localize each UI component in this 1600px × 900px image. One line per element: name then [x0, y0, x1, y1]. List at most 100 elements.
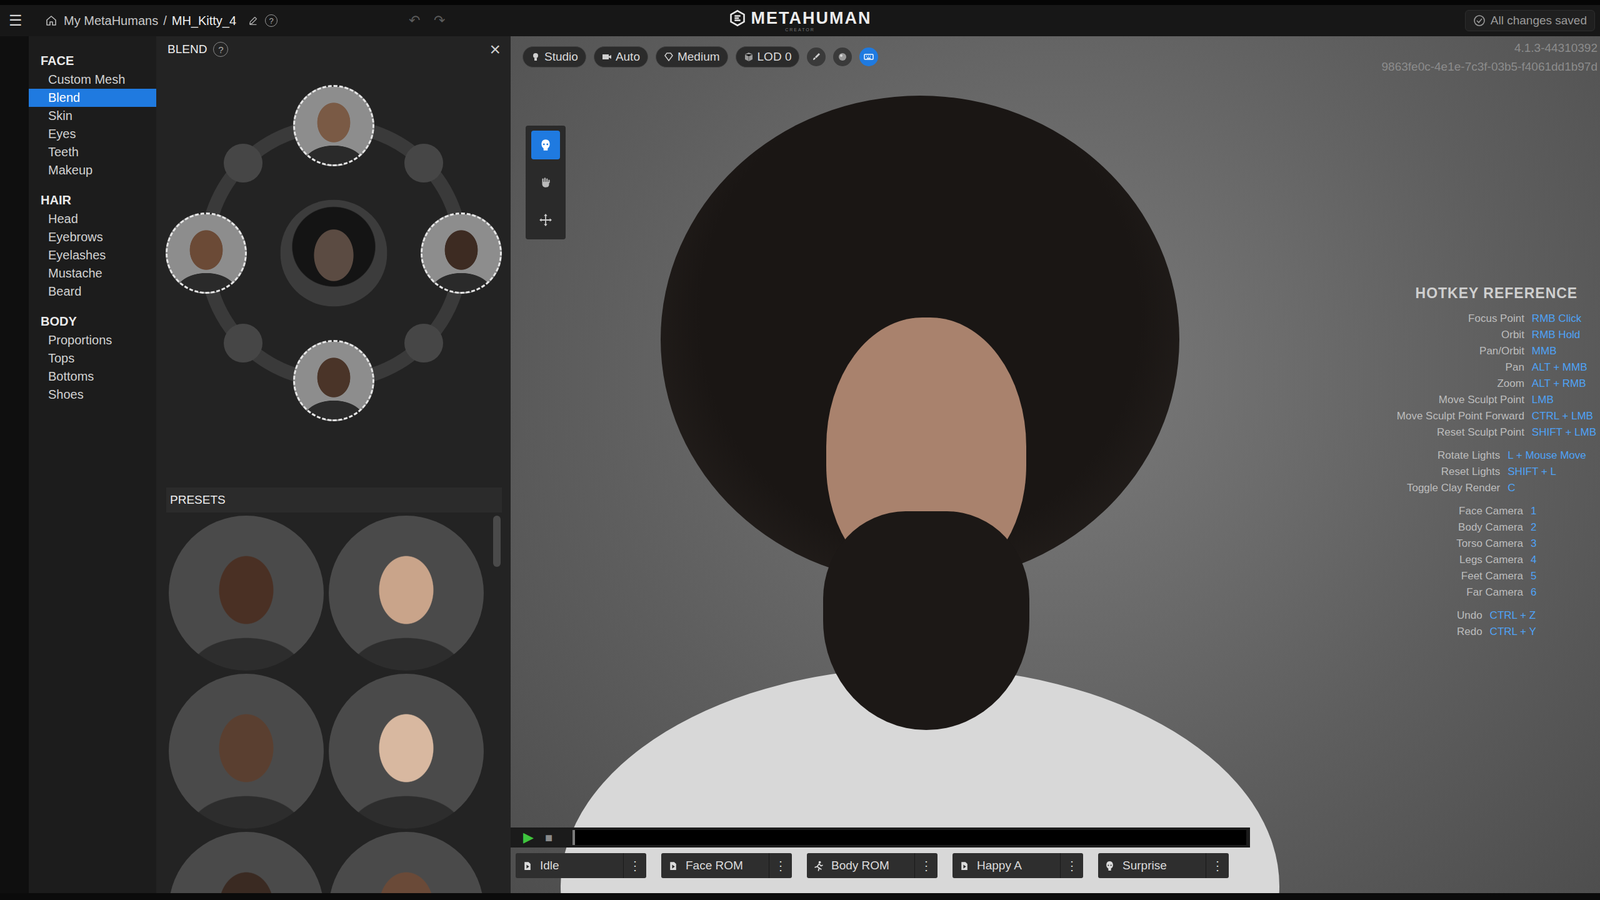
pencil-icon[interactable]	[247, 15, 259, 27]
redo-button[interactable]: ↷	[431, 12, 448, 29]
hotkey-action: Undo	[1396, 609, 1483, 622]
sculpt-tool[interactable]	[531, 130, 560, 160]
viewport-toggle[interactable]	[806, 47, 826, 67]
top-bar: ☰ My MetaHumans / MH_Kitty_4 ? ↶ ↷ METAH…	[0, 0, 1600, 37]
face-icon	[1104, 860, 1115, 872]
blend-portrait[interactable]	[293, 340, 375, 422]
sidebar-item[interactable]: Beard	[28, 282, 157, 301]
preset-portrait[interactable]	[168, 515, 324, 671]
preset-portrait[interactable]	[328, 831, 484, 894]
save-status: All changes saved	[1465, 10, 1595, 32]
animation-clip-menu[interactable]: ⋮	[623, 853, 647, 879]
sidebar-item[interactable]: Custom Mesh	[28, 70, 157, 89]
panel-help-button[interactable]: ?	[213, 41, 229, 57]
animation-clip-button[interactable]: Happy A	[952, 853, 1061, 879]
hotkey-action: Toggle Clay Render	[1396, 481, 1501, 495]
preset-portrait[interactable]	[328, 515, 484, 671]
presets-scrollbar[interactable]	[493, 515, 501, 567]
hotkey-keys: SHIFT + LMB	[1531, 426, 1597, 439]
menu-button[interactable]: ☰	[6, 11, 25, 30]
hotkey-keys: ALT + RMB	[1531, 377, 1597, 390]
animation-clip: Face ROM ⋮	[661, 853, 792, 879]
cube-icon	[743, 51, 754, 62]
hotkey-keys: 6	[1530, 586, 1597, 599]
preset-portrait[interactable]	[328, 673, 484, 829]
hotkey-reference: HOTKEY REFERENCE Focus Point RMB ClickOr…	[1396, 285, 1597, 647]
hotkey-action: Move Sculpt Point	[1396, 393, 1525, 407]
hotkey-action: Pan/Orbit	[1396, 345, 1525, 358]
animation-clip-menu[interactable]: ⋮	[1206, 853, 1229, 879]
sidebar-item[interactable]: Tops	[28, 349, 157, 368]
sidebar-item[interactable]: Teeth	[28, 143, 157, 162]
blend-empty-slot[interactable]	[404, 143, 444, 183]
timeline-track[interactable]	[572, 830, 1247, 845]
blend-empty-slot[interactable]	[223, 143, 263, 183]
panel-header: BLEND ? ×	[156, 36, 511, 63]
sidebar-section: HAIR HeadEyebrowsEyelashesMustacheBeard	[28, 190, 157, 301]
sculpt-tool[interactable]	[531, 168, 560, 197]
hotkey-action: Pan	[1396, 361, 1525, 374]
hotkey-group: Face Camera 1Body Camera 2Torso Camera 3…	[1396, 503, 1597, 601]
hotkey-keys: L + Mouse Move	[1507, 449, 1597, 462]
animation-clip-menu[interactable]: ⋮	[769, 853, 792, 879]
animation-clip-menu[interactable]: ⋮	[1060, 853, 1084, 879]
sidebar-item[interactable]: Eyebrows	[28, 228, 157, 247]
play-button[interactable]: ▶	[519, 829, 538, 846]
save-status-text: All changes saved	[1490, 13, 1587, 28]
breadcrumb-root[interactable]: My MetaHumans	[63, 13, 159, 29]
viewport-toggle[interactable]	[859, 47, 879, 67]
hotkey-group: Focus Point RMB ClickOrbit RMB HoldPan/O…	[1396, 310, 1597, 441]
sidebar-section-title: HAIR	[28, 190, 157, 210]
animation-clip-button[interactable]: Surprise	[1098, 853, 1207, 879]
viewport-option-label: Medium	[677, 50, 720, 64]
sidebar-item[interactable]: Bottoms	[28, 367, 157, 386]
blend-empty-slot[interactable]	[223, 323, 263, 363]
sidebar-section: BODY ProportionsTopsBottomsShoes	[28, 311, 157, 404]
animation-clip-label: Body ROM	[831, 858, 890, 873]
sidebar-item[interactable]: Skin	[28, 106, 157, 125]
sidebar-item[interactable]: Eyelashes	[28, 246, 157, 265]
animation-clip-button[interactable]: Face ROM	[661, 853, 770, 879]
preset-portrait[interactable]	[168, 831, 324, 894]
sidebar-item[interactable]: Proportions	[28, 331, 157, 350]
animation-clip-menu[interactable]: ⋮	[915, 853, 938, 879]
sidebar-item[interactable]: Head	[28, 210, 157, 229]
undo-button[interactable]: ↶	[406, 12, 423, 29]
preset-portrait[interactable]	[168, 673, 324, 829]
viewport-toggle[interactable]	[833, 47, 852, 67]
viewport-option[interactable]: Studio	[522, 46, 587, 68]
blend-portrait[interactable]	[165, 212, 247, 294]
timeline-playhead[interactable]	[572, 830, 575, 845]
blend-portrait[interactable]	[293, 85, 375, 167]
sidebar-item[interactable]: Blend	[28, 88, 157, 107]
sidebar-item[interactable]: Shoes	[28, 385, 157, 404]
grab-hand-icon	[538, 175, 553, 190]
panel-title: BLEND	[167, 42, 207, 57]
sidebar-item[interactable]: Eyes	[28, 125, 157, 144]
sidebar-section: FACE Custom MeshBlendSkinEyesTeethMakeup	[28, 51, 157, 180]
hotkey-action: Orbit	[1396, 328, 1525, 342]
presets-section: PRESETS	[156, 487, 511, 894]
play-clip-icon	[667, 860, 679, 872]
stop-button[interactable]: ■	[541, 830, 557, 845]
viewport-option[interactable]: LOD 0	[735, 46, 800, 68]
home-icon[interactable]	[45, 14, 58, 27]
panel-close-button[interactable]: ×	[489, 40, 501, 59]
animation-clip-button[interactable]: Body ROM	[806, 853, 915, 879]
sculpt-tool[interactable]	[531, 205, 560, 235]
blend-empty-slot[interactable]	[404, 323, 444, 363]
animation-clip-button[interactable]: Idle	[515, 853, 624, 879]
hotkey-keys: 5	[1530, 570, 1597, 583]
sidebar-item[interactable]: Makeup	[28, 161, 157, 180]
blend-result-portrait	[280, 200, 387, 307]
animation-clip: Body ROM ⋮	[806, 853, 938, 879]
blend-portrait[interactable]	[420, 212, 502, 294]
help-button[interactable]: ?	[265, 14, 278, 27]
workspace: FACE Custom MeshBlendSkinEyesTeethMakeup…	[0, 36, 1600, 894]
hotkey-group: Rotate Lights L + Mouse MoveReset Lights…	[1396, 447, 1597, 497]
viewport-option[interactable]: Medium	[655, 46, 729, 68]
viewport-option[interactable]: Auto	[593, 46, 649, 68]
sidebar-item[interactable]: Mustache	[28, 264, 157, 283]
hotkey-action: Face Camera	[1396, 505, 1524, 518]
viewport[interactable]: Studio Auto Medium LOD 0 4.1.3-44310392 …	[510, 36, 1600, 894]
